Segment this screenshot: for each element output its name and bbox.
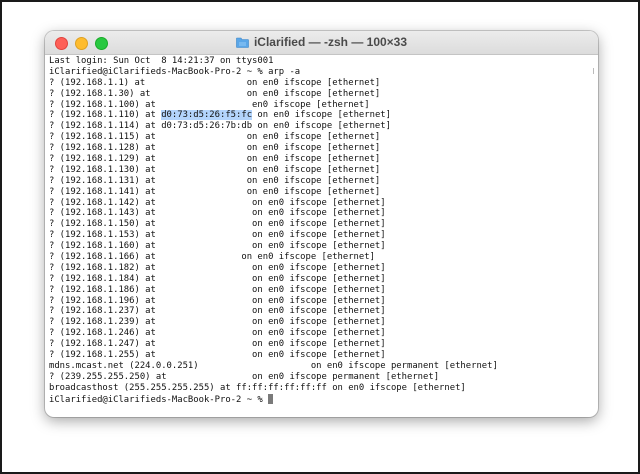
terminal-line: ? (192.168.1.130) at on en0 ifscope [eth… bbox=[49, 164, 381, 175]
terminal-line: ? (192.168.1.247) at on en0 ifscope [eth… bbox=[49, 339, 386, 350]
window-title-group: iClarified — -zsh — 100×33 bbox=[45, 35, 598, 49]
terminal-line: ? (192.168.1.186) at on en0 ifscope [eth… bbox=[49, 284, 386, 295]
terminal-line: ? (192.168.1.114) at d0:73:d5:26:7b:db o… bbox=[49, 121, 391, 132]
terminal-line: ? (192.168.1.141) at on en0 ifscope [eth… bbox=[49, 186, 381, 197]
terminal-window[interactable]: iClarified — -zsh — 100×33 Last login: S… bbox=[45, 31, 598, 417]
screenshot-frame: iClarified — -zsh — 100×33 Last login: S… bbox=[0, 0, 640, 474]
terminal-line: ? (192.168.1.30) at on en0 ifscope [ethe… bbox=[49, 88, 381, 99]
scroll-marker[interactable] bbox=[593, 68, 596, 74]
terminal-line: ? (192.168.1.115) at on en0 ifscope [eth… bbox=[49, 132, 381, 143]
terminal-line: mdns.mcast.net (224.0.0.251) on en0 ifsc… bbox=[49, 360, 498, 371]
terminal-line: ? (192.168.1.129) at on en0 ifscope [eth… bbox=[49, 154, 381, 165]
text-cursor bbox=[268, 393, 274, 404]
terminal-line: ? (192.168.1.182) at on en0 ifscope [eth… bbox=[49, 262, 386, 273]
terminal-output[interactable]: Last login: Sun Oct 8 14:21:37 on ttys00… bbox=[45, 55, 598, 405]
selected-mac-address[interactable]: d0:73:d5:26:f5:fc bbox=[161, 110, 253, 121]
terminal-line: ? (192.168.1.255) at on en0 ifscope [eth… bbox=[49, 350, 386, 361]
terminal-line: ? (192.168.1.246) at on en0 ifscope [eth… bbox=[49, 328, 386, 339]
window-title: iClarified — -zsh — 100×33 bbox=[253, 35, 408, 49]
terminal-line: ? (192.168.1.237) at on en0 ifscope [eth… bbox=[49, 306, 386, 317]
terminal-line: ? (192.168.1.100) at en0 ifscope [ethern… bbox=[49, 99, 370, 110]
terminal-line: ? (192.168.1.196) at on en0 ifscope [eth… bbox=[49, 295, 386, 306]
terminal-line: ? (192.168.1.128) at on en0 ifscope [eth… bbox=[49, 143, 381, 154]
terminal-line: ? (192.168.1.153) at on en0 ifscope [eth… bbox=[49, 230, 386, 241]
folder-icon bbox=[236, 37, 249, 48]
terminal-line: Last login: Sun Oct 8 14:21:37 on ttys00… bbox=[49, 56, 274, 66]
title-bar[interactable]: iClarified — -zsh — 100×33 bbox=[45, 31, 598, 55]
terminal-line: broadcasthost (255.255.255.255) at ff:ff… bbox=[49, 382, 466, 393]
terminal-line: ? (192.168.1.142) at on en0 ifscope [eth… bbox=[49, 197, 386, 208]
terminal-line: ? (192.168.1.150) at on en0 ifscope [eth… bbox=[49, 219, 386, 230]
terminal-line: ? (192.168.1.184) at on en0 ifscope [eth… bbox=[49, 273, 386, 284]
terminal-line: ? (192.168.1.143) at on en0 ifscope [eth… bbox=[49, 208, 386, 219]
terminal-line: ? (192.168.1.1) at on en0 ifscope [ether… bbox=[49, 77, 381, 88]
terminal-line: ? (192.168.1.160) at on en0 ifscope [eth… bbox=[49, 241, 386, 252]
prompt-line[interactable]: iClarified@iClarifieds-MacBook-Pro-2 ~ % bbox=[49, 393, 598, 405]
shell-prompt: iClarified@iClarifieds-MacBook-Pro-2 ~ % bbox=[49, 394, 269, 405]
terminal-line: ? (192.168.1.239) at on en0 ifscope [eth… bbox=[49, 317, 386, 328]
terminal-line: ? (192.168.1.131) at on en0 ifscope [eth… bbox=[49, 175, 381, 186]
terminal-line: ? (192.168.1.166) at on en0 ifscope [eth… bbox=[49, 252, 375, 263]
terminal-line: ? (192.168.1.110) at d0:73:d5:26:f5:fc o… bbox=[49, 110, 391, 121]
terminal-line: ? (239.255.255.250) at on en0 ifscope pe… bbox=[49, 371, 440, 382]
terminal-line: iClarified@iClarifieds-MacBook-Pro-2 ~ %… bbox=[49, 66, 301, 77]
